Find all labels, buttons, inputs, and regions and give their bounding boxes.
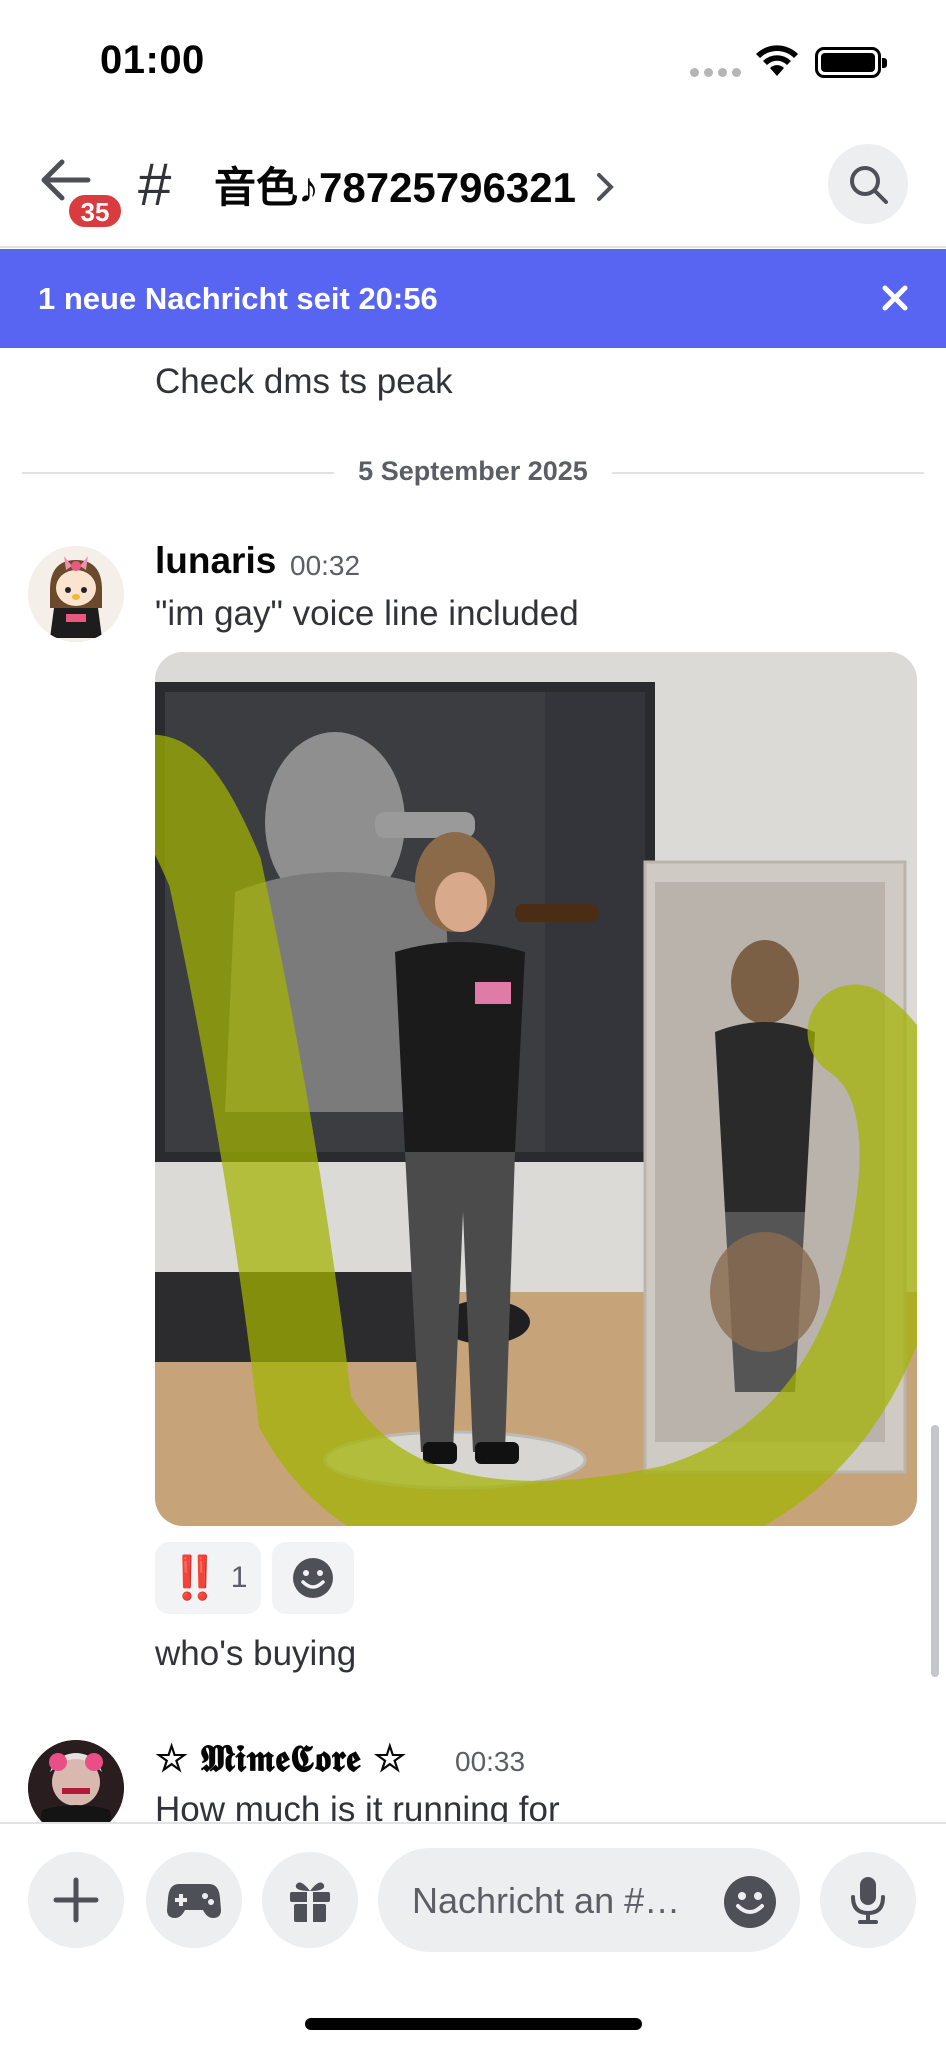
chevron-right-icon[interactable] xyxy=(596,172,614,202)
close-icon[interactable] xyxy=(876,279,914,317)
gift-button[interactable] xyxy=(262,1852,358,1948)
image-attachment[interactable] xyxy=(155,652,917,1526)
new-messages-banner[interactable]: 1 neue Nachricht seit 20:56 xyxy=(0,249,946,348)
battery-icon xyxy=(815,47,887,78)
message-text: "im gay" voice line included xyxy=(155,594,579,633)
add-attachment-button[interactable] xyxy=(28,1852,124,1948)
reaction-chip[interactable]: ‼️ 1 xyxy=(155,1542,261,1614)
microphone-icon xyxy=(851,1877,885,1924)
message-text: Check dms ts peak xyxy=(155,362,453,401)
message-composer: Nachricht an #… xyxy=(0,1822,946,2048)
channel-header: 35 # 音色♪78725796321 xyxy=(0,120,946,248)
date-divider-label: 5 September 2025 xyxy=(22,456,924,487)
double-exclamation-icon: ‼️ xyxy=(168,1553,221,1601)
message-username[interactable]: lunaris xyxy=(155,540,276,582)
channel-hash-icon: # xyxy=(138,151,172,218)
message-input-placeholder: Nachricht an #… xyxy=(412,1880,681,1921)
search-icon xyxy=(850,166,888,204)
new-messages-text: 1 neue Nachricht seit 20:56 xyxy=(38,281,438,316)
smile-icon xyxy=(736,1892,764,1914)
message-text: who's buying xyxy=(155,1634,357,1673)
message-timestamp: 00:32 xyxy=(290,550,361,581)
activities-button[interactable] xyxy=(146,1852,242,1948)
status-time: 01:00 xyxy=(100,38,205,82)
add-reaction-icon xyxy=(293,1558,333,1598)
date-divider: 5 September 2025 xyxy=(22,452,924,492)
reaction-count: 1 xyxy=(230,1561,248,1594)
cellular-signal-icon xyxy=(690,68,741,77)
emoji-picker-button[interactable] xyxy=(724,1876,776,1928)
gift-icon xyxy=(290,1882,330,1922)
scrollbar[interactable] xyxy=(931,1425,939,1677)
channel-title[interactable]: 音色♪78725796321 xyxy=(214,154,576,215)
add-reaction-button[interactable] xyxy=(272,1542,354,1614)
avatar-image xyxy=(28,546,124,642)
avatar[interactable] xyxy=(28,546,124,642)
message-input[interactable]: Nachricht an #… xyxy=(378,1848,800,1952)
home-indicator xyxy=(305,2018,642,2030)
figure-photo xyxy=(155,652,917,1526)
gamepad-icon xyxy=(167,1884,221,1918)
status-bar: 01:00 xyxy=(0,0,946,120)
unread-badge: 35 xyxy=(66,192,124,230)
plus-icon xyxy=(53,1877,99,1923)
search-button[interactable] xyxy=(828,144,908,224)
message-username[interactable]: ☆ 𝕸𝖎𝖒𝖊𝕮𝖔𝖗𝖊 ☆ xyxy=(155,1736,406,1781)
wifi-icon xyxy=(756,45,798,76)
voice-message-button[interactable] xyxy=(820,1852,916,1948)
message-timestamp: 00:33 xyxy=(455,1746,526,1777)
